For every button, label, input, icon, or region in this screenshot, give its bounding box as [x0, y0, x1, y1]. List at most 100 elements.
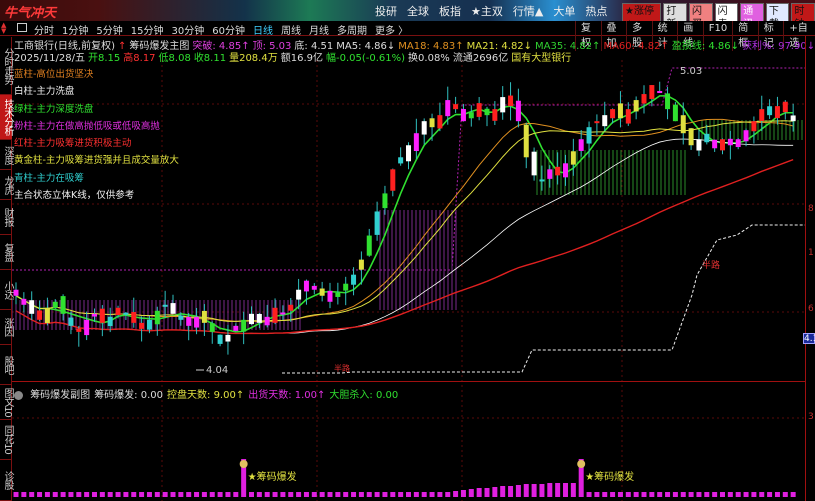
- sidebar-item[interactable]: 股吧: [0, 345, 13, 385]
- sub-bar: [743, 492, 749, 497]
- sub-bar: [563, 483, 568, 497]
- sub-bar: [201, 492, 207, 497]
- sub-bar: [712, 492, 718, 497]
- info-item: 高8.17: [123, 53, 156, 64]
- tab-period[interactable]: 60分钟: [212, 22, 245, 37]
- legend-item: 青柱-主力在吸筹: [14, 172, 84, 184]
- sub-bar: [358, 492, 364, 497]
- tab-period[interactable]: 更多 〉: [375, 22, 408, 37]
- sidebar-item[interactable]: 小达: [0, 270, 13, 310]
- info-item: 大胆杀入: 0.00: [329, 390, 399, 401]
- tab-period[interactable]: 日线: [253, 22, 273, 37]
- candle: [241, 319, 247, 332]
- candle: [209, 323, 215, 332]
- sidebar-item[interactable]: 诊股: [0, 460, 13, 501]
- candle: [704, 133, 710, 143]
- sub-bar: [594, 492, 600, 497]
- nav-item[interactable]: ★主双: [471, 3, 503, 19]
- tab-period[interactable]: 5分钟: [96, 22, 122, 37]
- candle: [688, 128, 694, 146]
- candle: [720, 139, 725, 151]
- sidebar-item[interactable]: 龙虎: [0, 170, 13, 200]
- candle: [249, 313, 254, 325]
- candle: [382, 193, 388, 209]
- info-item: 筹码爆发: 0.00: [94, 390, 164, 401]
- candle: [500, 97, 506, 113]
- sub-bar: [37, 492, 43, 497]
- candle: [437, 115, 443, 129]
- sidebar-item[interactable]: 同花10: [0, 420, 13, 460]
- sidebar-item[interactable]: 财报: [0, 200, 13, 235]
- nav-item[interactable]: 投研: [375, 3, 397, 19]
- info-item: 低8.08: [158, 53, 191, 64]
- candle: [563, 163, 568, 178]
- tab-period[interactable]: 周线: [281, 22, 301, 37]
- info-item: 国有大型银行: [511, 53, 572, 64]
- candle: [288, 304, 294, 311]
- half-label: 半路: [334, 363, 350, 373]
- sidebar-item[interactable]: 深度: [0, 140, 13, 170]
- sub-bar: [327, 492, 333, 497]
- candle: [476, 103, 482, 117]
- sub-bar: [476, 488, 482, 497]
- nav-item[interactable]: 板指: [439, 3, 461, 19]
- layout-toggle-icon[interactable]: [17, 23, 27, 32]
- panel-divider: [12, 381, 805, 382]
- sidebar-item[interactable]: 复盘: [0, 235, 13, 270]
- candle: [735, 139, 741, 148]
- collapse-icon[interactable]: [14, 390, 23, 400]
- candle: [782, 101, 788, 113]
- tab-period[interactable]: 30分钟: [171, 22, 204, 37]
- nav-item[interactable]: 全球: [407, 3, 429, 19]
- sub-bar: [751, 492, 757, 497]
- sub-bar: [44, 492, 50, 497]
- current-price-tag: 4.1: [803, 333, 815, 344]
- sub-bar: [99, 492, 105, 497]
- sidebar-item[interactable]: 技术分析: [0, 95, 13, 140]
- candle: [44, 307, 50, 324]
- candle: [672, 104, 678, 122]
- candle: [225, 334, 231, 342]
- sub-bar: [531, 484, 537, 497]
- tab-period[interactable]: 月线: [309, 22, 329, 37]
- sub-bar: [154, 492, 160, 497]
- candle: [99, 308, 105, 323]
- sub-bar: [131, 492, 137, 497]
- candle: [107, 316, 113, 327]
- sub-chart-header: 筹码爆发副图 筹码爆发: 0.00 控盘天数: 9.00↑ 出货天数: 1.00↑ 大胆…: [14, 386, 402, 401]
- candle: [123, 312, 129, 315]
- candle: [468, 112, 474, 119]
- sub-bar: [194, 492, 200, 497]
- candle: [649, 85, 655, 99]
- nav-item[interactable]: 行情▲: [513, 3, 543, 19]
- tab-period[interactable]: 分时: [34, 22, 54, 37]
- sub-bar: [225, 492, 231, 497]
- candle: [421, 121, 427, 135]
- nav-item[interactable]: 大单: [553, 3, 575, 19]
- candle: [131, 312, 137, 323]
- sub-bar: [720, 492, 725, 497]
- candle: [610, 109, 616, 119]
- candle: [547, 169, 553, 179]
- candle: [445, 100, 451, 117]
- sub-bar: [649, 492, 655, 497]
- sub-bar: [790, 492, 796, 497]
- tab-period[interactable]: 1分钟: [62, 22, 88, 37]
- sub-bar: [170, 492, 176, 497]
- up-down-arrows-icon[interactable]: ▲ ▼: [1, 22, 6, 35]
- tab-period[interactable]: 15分钟: [131, 22, 164, 37]
- sub-bar: [107, 492, 113, 497]
- tab-period[interactable]: 多周期: [337, 22, 367, 37]
- low-label: 4.04: [206, 365, 228, 376]
- nav-item[interactable]: 热点: [585, 3, 607, 19]
- candle: [303, 280, 309, 292]
- sidebar-item[interactable]: 图文10: [0, 385, 13, 420]
- sub-bar: [492, 487, 498, 497]
- candle: [727, 138, 733, 146]
- sidebar-item[interactable]: 涨因: [0, 310, 13, 345]
- sub-bar: [303, 492, 309, 497]
- sidebar-item[interactable]: 分时走势: [0, 37, 13, 95]
- candle: [272, 307, 278, 323]
- sub-bar: [209, 492, 215, 497]
- candle: [335, 292, 341, 297]
